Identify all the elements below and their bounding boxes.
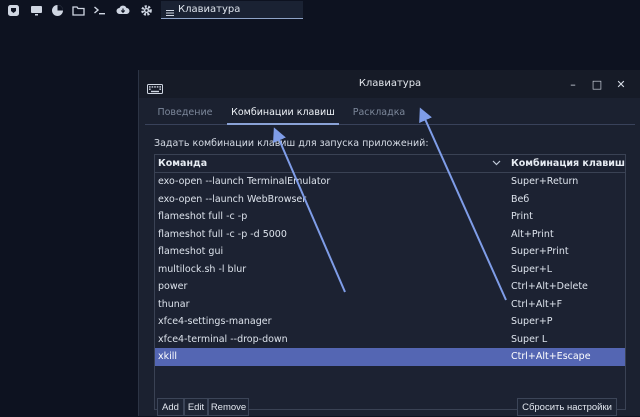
- table-row[interactable]: power Ctrl+Alt+Delete: [155, 278, 625, 296]
- table-row[interactable]: exo-open --launch WebBrowser Веб: [155, 191, 625, 209]
- command-cell: exo-open --launch WebBrowser: [158, 193, 307, 205]
- table-row[interactable]: exo-open --launch TerminalEmulator Super+…: [155, 173, 625, 191]
- shortcut-cell: Super+P: [511, 316, 553, 327]
- shortcut-cell: Super+Return: [511, 176, 579, 187]
- shortcut-cell: Super+L: [511, 263, 553, 275]
- shortcuts-caption: Задать комбинации клавиш для запуска при…: [154, 138, 429, 149]
- shortcut-cell: Super L: [511, 333, 548, 345]
- tab-bar: Поведение Комбинации клавиш Раскладка: [145, 102, 635, 125]
- table-row[interactable]: flameshot full -c -p -d 5000 Alt+Print: [155, 226, 625, 244]
- command-cell: xkill: [158, 351, 178, 362]
- shortcut-cell: Ctrl+Alt+Escape: [511, 351, 591, 362]
- shortcut-cell: Alt+Print: [511, 228, 554, 240]
- add-button[interactable]: Add: [157, 398, 184, 416]
- shortcut-cell: Ctrl+Alt+Delete: [511, 281, 588, 292]
- table-row[interactable]: xkill Ctrl+Alt+Escape: [155, 348, 625, 366]
- title-bar[interactable]: Клавиатура – □ ✕: [139, 70, 640, 98]
- monitor-icon[interactable]: [29, 3, 43, 17]
- maximize-button[interactable]: □: [589, 76, 605, 92]
- command-cell: power: [158, 281, 188, 292]
- command-cell: multilock.sh -l blur: [158, 263, 247, 275]
- minimize-button[interactable]: –: [565, 76, 581, 92]
- command-cell: xfce4-terminal --drop-down: [158, 333, 288, 345]
- table-header: Команда Комбинация клавиш: [155, 155, 625, 173]
- table-row[interactable]: flameshot gui Super+Print: [155, 243, 625, 261]
- list-icon: [166, 6, 174, 23]
- reset-settings-button[interactable]: Сбросить настройки: [517, 398, 617, 416]
- command-cell: flameshot full -c -p: [158, 211, 248, 222]
- shortcut-cell: Super+Print: [511, 246, 569, 257]
- top-panel: Клавиатура: [0, 0, 640, 20]
- column-header-shortcut[interactable]: Комбинация клавиш: [511, 155, 625, 172]
- taskbar-item-keyboard[interactable]: Клавиатура: [161, 1, 303, 19]
- table-row[interactable]: xfce4-settings-manager Super+P: [155, 313, 625, 331]
- tab-shortcuts[interactable]: Комбинации клавиш: [227, 102, 339, 125]
- command-cell: flameshot gui: [158, 246, 224, 257]
- cloud-download-icon[interactable]: [116, 3, 130, 17]
- shortcuts-table[interactable]: Команда Комбинация клавиш exo-open --lau…: [154, 154, 626, 410]
- column-header-command[interactable]: Команда: [158, 155, 207, 172]
- keyboard-settings-window: Клавиатура – □ ✕ Поведение Комбинации кл…: [138, 70, 640, 416]
- close-button[interactable]: ✕: [613, 76, 629, 92]
- tab-behavior[interactable]: Поведение: [151, 102, 219, 124]
- menu-icon[interactable]: [6, 3, 20, 17]
- edit-button[interactable]: Edit: [184, 398, 208, 416]
- terminal-icon[interactable]: [93, 3, 107, 17]
- command-cell: exo-open --launch TerminalEmulator: [158, 176, 331, 187]
- folder-icon[interactable]: [71, 3, 85, 17]
- command-cell: flameshot full -c -p -d 5000: [158, 228, 287, 240]
- shortcut-cell: Print: [511, 211, 533, 222]
- shortcut-cell: Веб: [511, 193, 530, 205]
- remove-button[interactable]: Remove: [208, 398, 249, 416]
- table-row[interactable]: multilock.sh -l blur Super+L: [155, 261, 625, 279]
- table-row[interactable]: xfce4-terminal --drop-down Super L: [155, 331, 625, 349]
- table-row[interactable]: thunar Ctrl+Alt+F: [155, 296, 625, 314]
- command-cell: xfce4-settings-manager: [158, 316, 272, 327]
- chevron-down-icon[interactable]: [492, 158, 501, 170]
- tab-layout[interactable]: Раскладка: [345, 102, 413, 124]
- table-row[interactable]: flameshot full -c -p Print: [155, 208, 625, 226]
- shortcut-cell: Ctrl+Alt+F: [511, 298, 563, 310]
- pie-icon[interactable]: [50, 3, 64, 17]
- taskbar-item-label: Клавиатура: [178, 4, 241, 15]
- command-cell: thunar: [158, 298, 190, 310]
- gear-icon[interactable]: [139, 3, 153, 17]
